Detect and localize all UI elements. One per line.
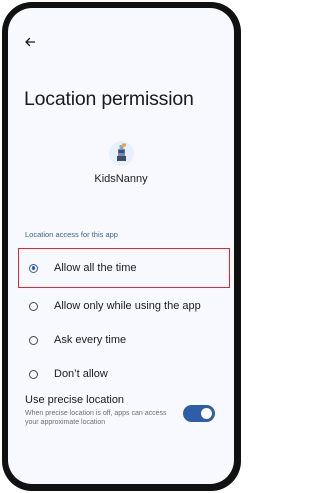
page-title: Location permission <box>24 88 194 110</box>
precise-location-description: When precise location is off, apps can a… <box>25 410 167 426</box>
option-label: Allow only while using the app <box>54 300 201 312</box>
precise-location-toggle[interactable] <box>183 405 215 422</box>
kidsnanny-app-icon <box>109 141 134 166</box>
option-label: Don’t allow <box>54 368 108 380</box>
radio-unselected-icon[interactable] <box>29 369 38 379</box>
phone-frame: Location permission KidsNanny Location a… <box>2 2 241 491</box>
arrow-back-icon <box>25 37 36 47</box>
option-allow-while-using[interactable]: Allow only while using the app <box>19 290 225 322</box>
selection-highlight <box>18 248 230 288</box>
option-ask-every-time[interactable]: Ask every time <box>19 324 225 356</box>
section-label: Location access for this app <box>25 230 118 239</box>
back-button[interactable] <box>22 34 38 50</box>
app-name: KidsNanny <box>94 173 148 185</box>
toggle-thumb <box>201 408 212 419</box>
option-dont-allow[interactable]: Don’t allow <box>19 358 225 390</box>
option-label: Ask every time <box>54 334 127 346</box>
radio-unselected-icon[interactable] <box>29 335 38 345</box>
settings-screen: Location permission KidsNanny Location a… <box>8 8 234 484</box>
radio-unselected-icon[interactable] <box>29 301 38 311</box>
